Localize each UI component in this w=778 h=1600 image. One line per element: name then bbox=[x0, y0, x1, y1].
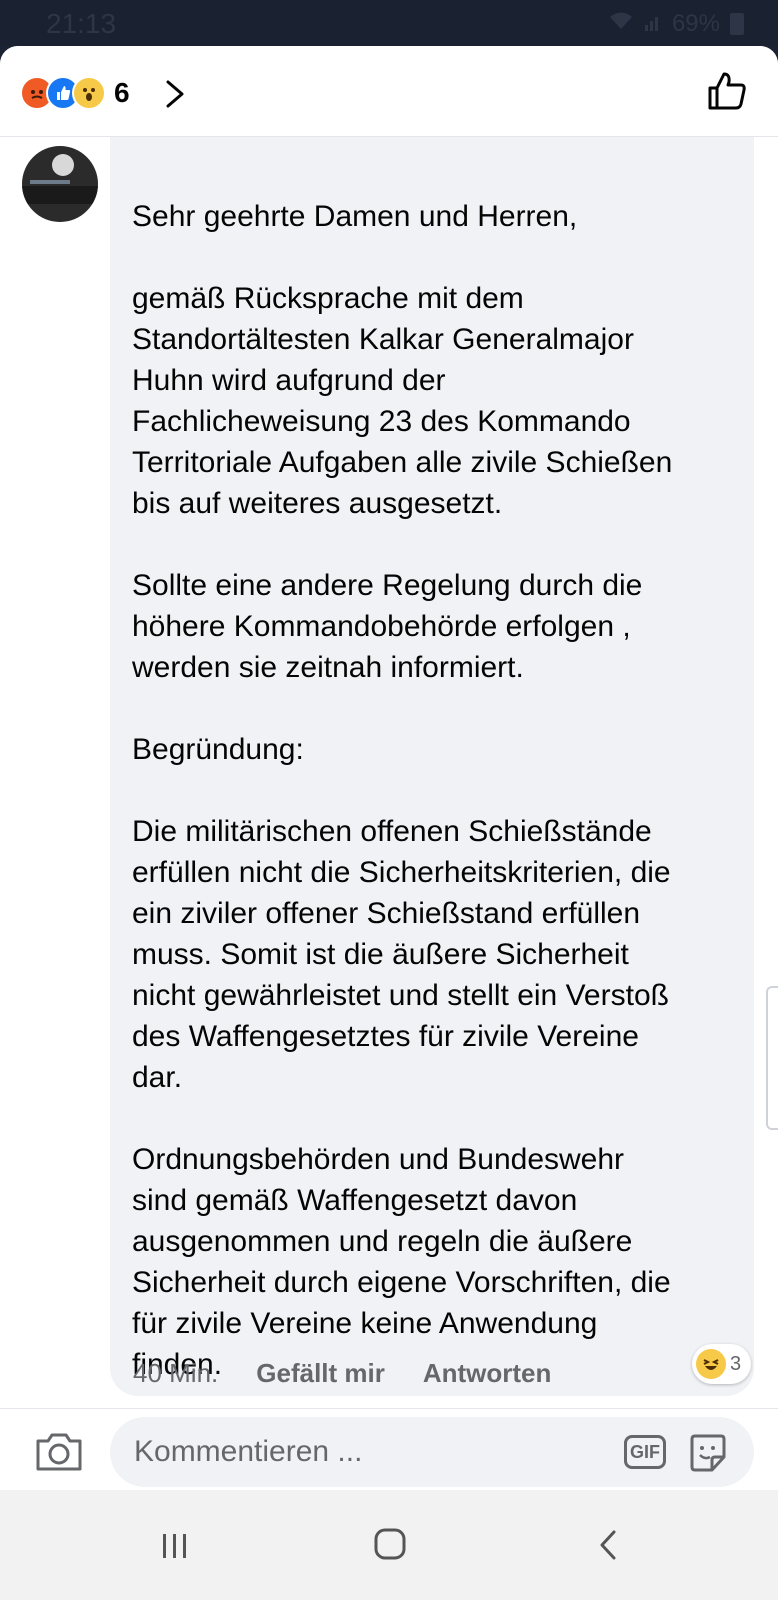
chevron-right-icon[interactable] bbox=[156, 76, 192, 112]
status-time: 21:13 bbox=[46, 8, 117, 39]
scrollbar[interactable] bbox=[766, 986, 778, 1130]
home-icon[interactable] bbox=[372, 1526, 408, 1562]
comment-composer: Kommentieren ... GIF bbox=[0, 1408, 778, 1490]
reaction-count: 6 bbox=[114, 77, 130, 108]
comments-sheet: 6 Sehr geehrte Damen und Herren, gemäß R… bbox=[0, 46, 778, 1490]
battery-icon bbox=[730, 13, 744, 35]
signal-icon bbox=[644, 10, 662, 38]
status-bar: 21:13 69% bbox=[0, 0, 778, 46]
avatar[interactable] bbox=[22, 146, 98, 222]
reactions-header: 6 bbox=[0, 46, 778, 137]
comment-actions: 40 Min. Gefällt mir Antworten bbox=[133, 1358, 551, 1389]
wow-reaction-icon bbox=[72, 76, 106, 110]
status-icons: 69% bbox=[608, 10, 744, 38]
recents-icon[interactable] bbox=[160, 1532, 190, 1560]
gif-button[interactable]: GIF bbox=[624, 1435, 666, 1469]
reactions-summary[interactable]: 6 bbox=[20, 76, 130, 110]
comment-time[interactable]: 40 Min. bbox=[133, 1358, 218, 1389]
comment-text: Sehr geehrte Damen und Herren, gemäß Rüc… bbox=[132, 200, 673, 1381]
comment-input[interactable]: Kommentieren ... GIF bbox=[110, 1417, 754, 1487]
sticker-icon[interactable] bbox=[688, 1433, 728, 1473]
back-icon[interactable] bbox=[596, 1528, 620, 1562]
comment-reaction-badge[interactable]: 3 bbox=[692, 1344, 752, 1384]
reply-link[interactable]: Antworten bbox=[423, 1358, 552, 1389]
camera-icon[interactable] bbox=[34, 1429, 84, 1473]
battery-percent: 69% bbox=[671, 10, 720, 37]
like-comment-link[interactable]: Gefällt mir bbox=[256, 1358, 385, 1389]
navigation-bar bbox=[0, 1490, 778, 1600]
haha-count: 3 bbox=[730, 1352, 742, 1375]
comment-bubble: Sehr geehrte Damen und Herren, gemäß Rüc… bbox=[110, 106, 754, 1396]
wifi-icon bbox=[608, 10, 634, 38]
haha-reaction-icon bbox=[696, 1349, 726, 1379]
like-button[interactable] bbox=[706, 70, 748, 112]
comment-placeholder: Kommentieren ... bbox=[134, 1435, 363, 1468]
